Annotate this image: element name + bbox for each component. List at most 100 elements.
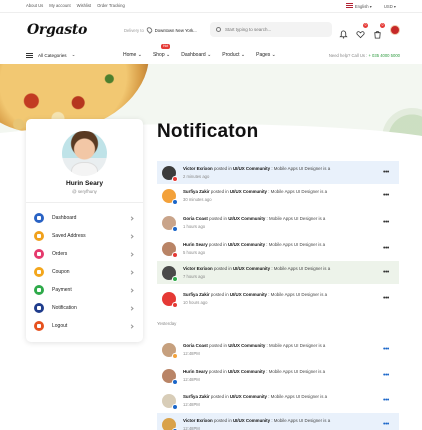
nav-item-pages[interactable]: Pages ⌄ — [256, 52, 276, 58]
currency-select[interactable]: USD ▾ — [384, 4, 396, 9]
notification-action: posted in — [213, 166, 232, 171]
language-label: English — [354, 4, 369, 9]
divider — [26, 202, 143, 203]
notification-item[interactable]: Hurin Seary posted in UI/UX Community : … — [157, 364, 399, 387]
reaction-icon — [172, 403, 178, 410]
delivery-location[interactable]: Delivery to Downtown New York... — [124, 26, 197, 34]
site-logo[interactable]: Orgasto — [27, 22, 87, 38]
notification-item[interactable]: Victor Exrixon posted in UI/UX Community… — [157, 161, 399, 184]
notification-group: UI/UX Community — [233, 418, 271, 423]
nav-dashboard-label: Dashboard — [181, 52, 206, 58]
notification-bell-icon[interactable] — [339, 26, 348, 39]
notification-item[interactable]: Goria Coast posted in UI/UX Community : … — [157, 338, 399, 361]
notification-author: Surfiya Zakir — [183, 189, 210, 194]
user-avatar[interactable] — [390, 25, 400, 35]
nav-item-shop[interactable]: Shop ⌄ Hot — [152, 44, 171, 58]
chevron-right-icon — [129, 233, 134, 239]
notification-time: 30 minutes ago — [183, 197, 212, 202]
notification-excerpt: : Mobile Apps UI Designer is a — [271, 266, 331, 271]
wishlist-count-badge: 0 — [363, 22, 368, 28]
more-options-icon[interactable]: ••• — [383, 295, 395, 302]
notification-item[interactable]: Victor Exrixon posted in UI/UX Community… — [157, 413, 399, 430]
nav-item-home[interactable]: Home ⌄ — [123, 52, 142, 58]
search-icon[interactable] — [216, 27, 221, 32]
reaction-icon — [172, 352, 178, 359]
notification-item[interactable]: Victor Exrixon posted in UI/UX Community… — [157, 261, 399, 284]
sidebar-item-payment[interactable]: Payment — [34, 284, 135, 296]
notification-item[interactable]: Hurin Seary posted in UI/UX Community : … — [157, 237, 399, 260]
notification-text: Victor Exrixon posted in UI/UX Community… — [183, 418, 383, 423]
nav-item-product[interactable]: Product ⌄ — [222, 52, 245, 58]
more-options-icon[interactable]: ••• — [383, 372, 395, 379]
notification-text: Surfiya Zakir posted in UI/UX Community … — [183, 394, 383, 399]
nav-shop-label: Shop — [152, 52, 165, 58]
notification-group: UI/UX Community — [228, 216, 266, 221]
notification-group: UI/UX Community — [227, 369, 266, 374]
sidebar-item-logout[interactable]: Logout — [34, 320, 135, 332]
profile-handle: @ seryfhuny — [72, 189, 97, 194]
notification-item[interactable]: Surfiya Zakir posted in UI/UX Community … — [157, 287, 399, 310]
help-phone[interactable]: + 035 4000 5000 — [368, 53, 400, 58]
notification-excerpt: : Mobile Apps UI Designer is a — [268, 189, 328, 194]
help-line: Need help? Call Us : + 035 4000 5000 — [329, 53, 400, 58]
notification-content: Victor Exrixon posted in UI/UX Community… — [183, 166, 383, 179]
all-categories-label: All Categories — [38, 52, 67, 58]
more-options-icon[interactable]: ••• — [383, 245, 395, 252]
notification-author: Hurin Seary — [183, 242, 208, 247]
notification-avatar — [162, 165, 178, 182]
notification-action: posted in — [209, 343, 227, 348]
notification-group: UI/UX Community — [233, 166, 271, 171]
notification-time: 12:48PM — [183, 426, 200, 430]
more-options-icon[interactable]: ••• — [383, 192, 395, 199]
more-options-icon[interactable]: ••• — [383, 421, 395, 428]
link-my-account[interactable]: My account — [49, 3, 70, 8]
sidebar-item-coupon[interactable]: Coupon — [34, 266, 135, 278]
notification-author: Surfiya Zakir — [183, 292, 210, 297]
notification-action: posted in — [209, 216, 227, 221]
top-links: About Us My account Wishlist Order Track… — [26, 3, 125, 8]
sidebar-item-label: Saved Address — [52, 233, 86, 239]
nav-item-dashboard[interactable]: Dashboard ⌄ — [181, 52, 211, 58]
more-options-icon[interactable]: ••• — [383, 397, 395, 404]
reaction-icon — [172, 198, 178, 205]
sidebar-item-notification[interactable]: Notification — [34, 302, 135, 314]
notification-avatar — [162, 241, 178, 258]
notification-action: posted in — [210, 394, 229, 399]
more-options-icon[interactable]: ••• — [383, 169, 395, 176]
notification-text: Hurin Seary posted in UI/UX Community : … — [183, 242, 383, 247]
more-options-icon[interactable]: ••• — [383, 346, 395, 353]
chevron-right-icon — [129, 251, 134, 257]
link-order-tracking[interactable]: Order Tracking — [97, 3, 125, 8]
all-categories-button[interactable]: All Categories ⌄ — [26, 52, 75, 58]
logout-icon — [34, 321, 44, 331]
notification-content: Goria Coast posted in UI/UX Community : … — [183, 343, 383, 356]
link-about-us[interactable]: About Us — [26, 3, 43, 8]
wishlist-heart-icon[interactable]: 0 — [356, 22, 368, 38]
more-options-icon[interactable]: ••• — [383, 219, 395, 226]
notification-item[interactable]: Goria Coast posted in UI/UX Community : … — [157, 211, 399, 234]
sidebar-item-dashboard[interactable]: Dashboard — [34, 212, 135, 224]
more-options-icon[interactable]: ••• — [383, 269, 395, 276]
notification-avatar — [162, 368, 178, 385]
us-flag-icon — [345, 3, 353, 8]
notification-author: Victor Exrixon — [183, 266, 213, 271]
profile-name: Hurin Seary — [65, 180, 103, 187]
orders-icon — [34, 249, 44, 259]
sidebar-item-saved-address[interactable]: Saved Address — [34, 230, 135, 242]
notification-content: Goria Coast posted in UI/UX Community : … — [183, 216, 383, 229]
notification-avatar — [162, 393, 178, 410]
link-wishlist[interactable]: Wishlist — [77, 3, 91, 8]
notification-content: Surfiya Zakir posted in UI/UX Community … — [183, 394, 383, 407]
payment-icon — [34, 285, 44, 295]
notification-action: posted in — [208, 369, 227, 374]
cart-icon[interactable]: 0 — [373, 22, 385, 39]
search-input[interactable] — [225, 27, 325, 32]
notification-item[interactable]: Surfiya Zakir posted in UI/UX Community … — [157, 389, 399, 412]
notification-excerpt: : Mobile Apps UI Designer is a — [266, 216, 326, 221]
language-select[interactable]: English ▾ — [345, 3, 372, 9]
notification-author: Goria Coast — [183, 216, 208, 221]
notification-excerpt: : Mobile Apps UI Designer is a — [266, 343, 326, 348]
reaction-icon — [172, 251, 178, 258]
sidebar-item-orders[interactable]: Orders — [34, 248, 135, 260]
notification-item[interactable]: Surfiya Zakir posted in UI/UX Community … — [157, 184, 399, 207]
